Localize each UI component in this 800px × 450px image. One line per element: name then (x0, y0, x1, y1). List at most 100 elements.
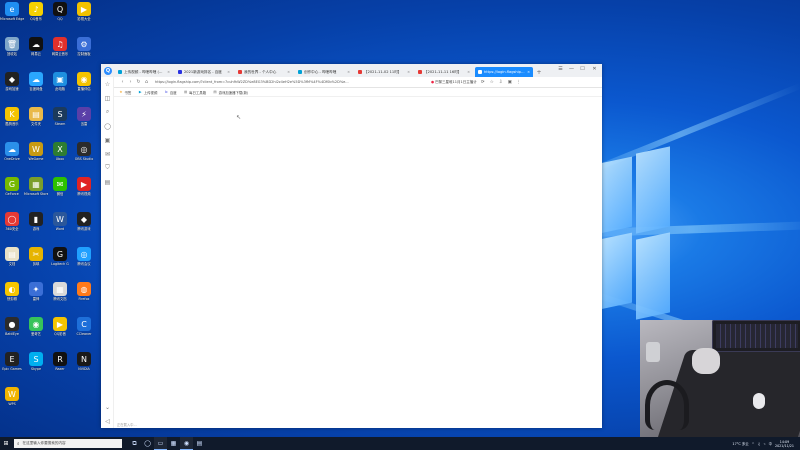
browser-tab[interactable]: 上传视频 - 哔哩哔哩 (゜-゜)つロ× (115, 67, 173, 77)
desktop-icon[interactable]: ▣ 此电脑 (48, 70, 72, 100)
desktop-icon[interactable]: ▶ 腾讯视频 (72, 175, 96, 205)
desktop-icon[interactable]: R Razer (48, 350, 72, 380)
desktop-icon[interactable]: ☁ 百度网盘 (24, 70, 48, 100)
desktop-icon[interactable]: G GeForce (0, 175, 24, 205)
reload-icon[interactable]: ⟳ (480, 79, 486, 85)
sidebar-collapse-icon[interactable]: ⌄ (101, 400, 114, 414)
taskbar-app-icon[interactable]: ◉ (180, 437, 193, 450)
start-button[interactable]: ⊞ (0, 437, 12, 450)
taskbar-app-icon[interactable]: ▭ (154, 437, 167, 450)
tab-close-icon[interactable]: × (227, 70, 230, 74)
desktop-icon[interactable]: 🗑 回收站 (0, 35, 24, 65)
desktop-icon[interactable]: e Microsoft Edge (0, 0, 24, 30)
desktop-icon[interactable]: W WeGame (24, 140, 48, 170)
hot-search-hint[interactable]: ● 巴黎三星堆11月1日主播计 (431, 80, 477, 85)
desktop-icon[interactable]: ▦ Microsoft Store (24, 175, 48, 205)
desktop-icon[interactable]: ▮ 游戏 (24, 210, 48, 240)
desktop-icon[interactable]: ☁ OneDrive (0, 140, 24, 170)
desktop-icon[interactable]: ◍ Firefox (72, 280, 96, 310)
tab-close-icon[interactable]: × (167, 70, 170, 74)
desktop-icon[interactable]: ✂ 剪映 (24, 245, 48, 275)
taskbar-app-icon[interactable]: ▤ (193, 437, 206, 450)
refresh-button[interactable]: ↻ (135, 79, 142, 86)
desktop-icon[interactable]: ● BattlEye (0, 315, 24, 345)
bookmark-item[interactable]: ▦ 每日工具箱 (184, 90, 206, 95)
desktop-icon[interactable]: ✉ 微信 (48, 175, 72, 205)
desktop-icon[interactable]: ◉ 爱奇艺 (24, 315, 48, 345)
desktop-icon[interactable]: ▶ 影视大全 (72, 0, 96, 30)
browser-tab[interactable]: https://login.flagship.cn × (475, 67, 533, 77)
browser-tab[interactable]: 创作中心 - 哔哩哔哩 × (295, 67, 353, 77)
address-bar[interactable]: https://login.flagship.com/?client_from=… (155, 79, 425, 86)
bookmark-item[interactable]: ▤ 游戏加速器下载(新) (213, 90, 248, 95)
home-button[interactable]: ⌂ (143, 79, 150, 86)
clock[interactable]: 14:09 2021/11/21 (775, 440, 794, 448)
input-method-icon[interactable]: 中 (769, 441, 772, 446)
menu-icon[interactable]: ☰ (556, 66, 565, 72)
desktop-icon[interactable]: X Xbox (48, 140, 72, 170)
desktop-icon[interactable]: ◉ 直播伴侣 (72, 70, 96, 100)
browser-window[interactable]: Q 上传视频 - 哔哩哔哩 (゜-゜)つロ×2021新游戏排名 - 百度×我的世… (101, 64, 602, 428)
tray-overflow-icon[interactable]: ^ (752, 442, 755, 446)
favorite-star-icon[interactable]: ☆ (489, 79, 495, 85)
desktop-icon[interactable]: W Word (48, 210, 72, 240)
desktop-icon[interactable]: ◯ 360安全 (0, 210, 24, 240)
browser-tab[interactable]: 我的世界 - 个人中心 × (235, 67, 293, 77)
desktop-icon[interactable]: ♫ 网易云音乐 (48, 35, 72, 65)
desktop-icon[interactable]: ◆ 游戏加速 (0, 70, 24, 100)
desktop-icon[interactable]: K 酷狗音乐 (0, 105, 24, 135)
sidebar-icon[interactable]: ▤ (101, 175, 114, 189)
desktop-icon[interactable]: ☁ 网易云 (24, 35, 48, 65)
tab-close-icon[interactable]: × (407, 70, 410, 74)
desktop-icon[interactable]: ▦ 腾讯文档 (48, 280, 72, 310)
desktop-icon[interactable]: ✦ 雷神 (24, 280, 48, 310)
desktop-icon[interactable]: ▤ 文档 (0, 245, 24, 275)
screenshot-icon[interactable]: ▣ (507, 79, 513, 85)
page-content-blank[interactable] (115, 98, 602, 420)
desktop-icon[interactable]: E Epic Games (0, 350, 24, 380)
back-button[interactable]: ‹ (119, 79, 126, 86)
tab-close-icon[interactable]: × (287, 70, 290, 74)
tab-close-icon[interactable]: × (467, 70, 470, 74)
bookmark-item[interactable]: b 百度 (164, 90, 176, 95)
desktop-icon[interactable]: G Logitech G (48, 245, 72, 275)
taskbar-app-icon[interactable]: ◯ (141, 437, 154, 450)
network-icon[interactable]: ⌁ (764, 442, 766, 446)
download-icon[interactable]: ⇩ (498, 79, 504, 85)
sidebar-icon[interactable]: ⌕ (101, 105, 114, 119)
bookmark-item[interactable]: ▶ 上传视频 (138, 90, 157, 95)
browser-tab[interactable]: 【2021-11-02 11时】 × (355, 67, 413, 77)
desktop-icon[interactable]: ◐ 快剪辑 (0, 280, 24, 310)
forward-button[interactable]: › (127, 79, 134, 86)
sidebar-icon[interactable]: ◯ (101, 119, 114, 133)
taskbar-search[interactable]: ⌕ 在这里输入你要搜索的内容 (14, 439, 122, 448)
weather-text[interactable]: 17°C 多云 (732, 441, 748, 446)
desktop-icon[interactable]: ♪ QQ音乐 (24, 0, 48, 30)
desktop-icon[interactable]: ▶ QQ影音 (48, 315, 72, 345)
desktop-icon[interactable]: ◎ 腾讯会议 (72, 245, 96, 275)
desktop-icon[interactable]: ▤ 文件夹 (24, 105, 48, 135)
bookmark-item[interactable]: ★ 书签 (119, 90, 131, 95)
taskbar-app-icon[interactable]: ⧉ (128, 437, 141, 450)
close-button[interactable]: ✕ (590, 66, 599, 72)
sidebar-icon[interactable]: ◫ (101, 91, 114, 105)
maximize-button[interactable]: ☐ (578, 66, 587, 72)
desktop-icon[interactable]: C CCleaner (72, 315, 96, 345)
volume-icon[interactable]: ♫ (758, 442, 761, 446)
minimize-button[interactable]: — (567, 66, 576, 72)
sidebar-icon[interactable]: ☆ (101, 77, 114, 91)
tab-close-icon[interactable]: × (347, 70, 350, 74)
desktop-icon[interactable]: ◎ OBS Studio (72, 140, 96, 170)
browser-logo-icon[interactable]: Q (104, 67, 112, 75)
sidebar-icon[interactable]: ⛉ (101, 161, 114, 175)
tab-close-icon[interactable]: × (527, 70, 530, 74)
desktop-icon[interactable]: ⚡ 迅雷 (72, 105, 96, 135)
sidebar-icon[interactable]: ✉ (101, 147, 114, 161)
taskbar-app-icon[interactable]: ▦ (167, 437, 180, 450)
desktop-icon[interactable]: Q QQ (48, 0, 72, 30)
browser-tab[interactable]: 【2021-11-11 16时】 × (415, 67, 473, 77)
new-tab-button[interactable]: + (535, 67, 543, 77)
desktop-icon[interactable]: W WPS (0, 385, 24, 415)
sidebar-icon[interactable]: ▣ (101, 133, 114, 147)
browser-tab[interactable]: 2021新游戏排名 - 百度 × (175, 67, 233, 77)
